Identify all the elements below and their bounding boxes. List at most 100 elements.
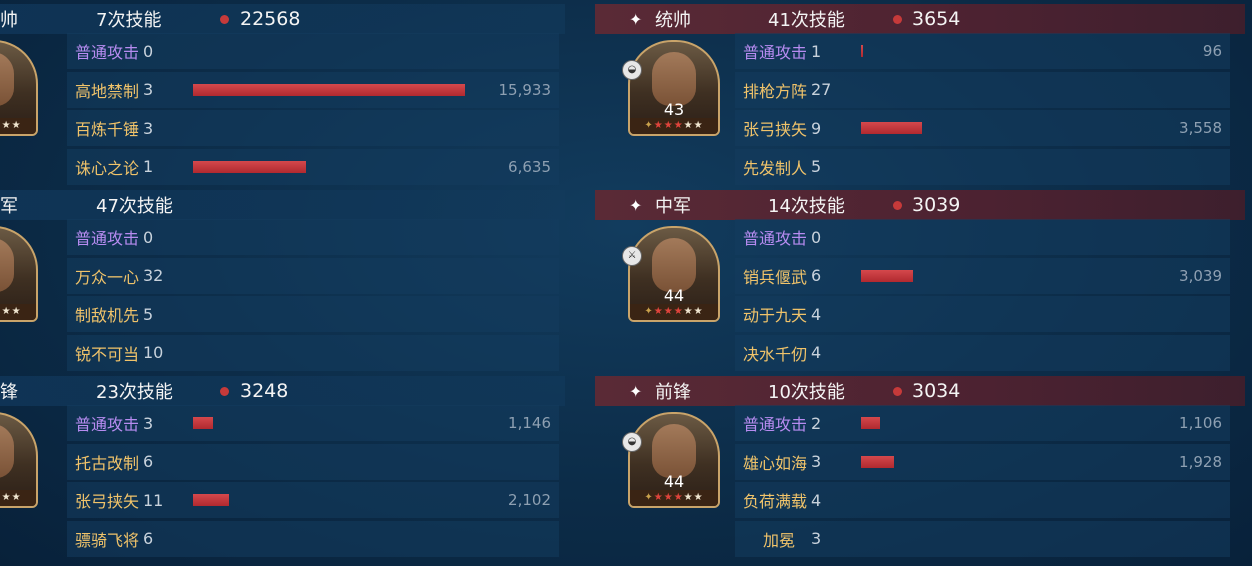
skill-row[interactable]: 先发制人 5 (735, 148, 1230, 185)
skill-row[interactable]: 万众一心 32 (67, 257, 559, 294)
sword-icon: ⚔ (622, 246, 642, 266)
skill-row[interactable]: 骠骑飞将 6 (67, 520, 559, 557)
general-header: ✦ 中军 14次技能 3039 (595, 190, 1245, 220)
skill-use-count: 9 (811, 118, 822, 138)
left-general-1-panel: 帅7次技能225683✦★★★★★普通攻击0高地禁制315,933百炼千锤3诛心… (0, 4, 565, 186)
skill-use-count: 5 (811, 157, 822, 176)
skill-row[interactable]: 加冕 3 (735, 520, 1230, 557)
skill-name: 决水千仞 (743, 344, 808, 364)
star-rating: ✦★★★★★ (630, 118, 718, 134)
skill-name: 锐不可当 (75, 344, 140, 364)
skill-row[interactable]: 托古改制 6 (67, 443, 559, 480)
star-rating: ✦★★★★★ (0, 118, 36, 134)
general-portrait[interactable]: 44 ✦★★★★★ (628, 226, 720, 322)
portrait-face (652, 52, 696, 106)
skill-name: 普通攻击 (75, 43, 140, 62)
portrait-face (652, 424, 696, 478)
total-damage-value: 3039 (912, 194, 961, 216)
skill-row[interactable]: 制敌机先 5 (67, 296, 559, 332)
skill-row[interactable]: 普通攻击 0 (67, 33, 559, 69)
skill-name: 骠骑飞将 (75, 530, 140, 550)
skill-name: 张弓挟矢 (743, 120, 808, 139)
general-portrait[interactable]: 3✦★★★★★ (0, 40, 38, 136)
star-icon: ✦ (629, 9, 643, 29)
star-icon: ✦ (629, 381, 643, 401)
star-rating: ✦★★★★★ (0, 304, 36, 320)
skill-use-count: 32 (143, 266, 164, 285)
portrait-face (0, 238, 14, 292)
skill-damage-value: 96 (1202, 42, 1222, 60)
general-header: ✦ 统帅 41次技能 3654 (595, 4, 1245, 34)
damage-dot-icon (893, 387, 902, 396)
general-level: 3 (0, 472, 36, 491)
total-damage-value: 3654 (912, 8, 961, 30)
skill-row[interactable]: 诛心之论 1 6,635 (67, 148, 559, 185)
skill-use-count: 0 (143, 227, 154, 247)
skill-row[interactable]: 销兵偃武 6 3,039 (735, 257, 1230, 294)
skill-cast-count: 14次技能 (768, 196, 845, 217)
general-portrait[interactable]: 44 ✦★★★★★ (628, 412, 720, 508)
general-role-label: 中军 (655, 196, 691, 217)
skill-name: 雄心如海 (743, 453, 808, 473)
damage-bar (193, 494, 229, 506)
skill-name: 制敌机先 (75, 306, 140, 325)
skill-row[interactable]: 雄心如海 3 1,928 (735, 443, 1230, 480)
skill-cast-count: 41次技能 (768, 10, 845, 31)
vehicle-icon: ◒ (622, 432, 642, 452)
skill-name: 加冕 (763, 530, 796, 550)
portrait-face (0, 52, 14, 106)
left-general-2-panel: 军47次技能3✦★★★★★普通攻击0万众一心32制敌机先5锐不可当10 (0, 190, 565, 372)
star-rating: ✦★★★★★ (630, 490, 718, 506)
skill-use-count: 0 (811, 227, 822, 247)
skill-use-count: 3 (143, 118, 154, 138)
skill-row[interactable]: 决水千仞 4 (735, 334, 1230, 371)
skill-row[interactable]: 普通攻击 2 1,106 (735, 405, 1230, 441)
general-level: 3 (0, 100, 36, 119)
skill-use-count: 27 (811, 80, 832, 99)
skill-use-count: 4 (811, 304, 822, 324)
skill-row[interactable]: 普通攻击 1 96 (735, 33, 1230, 69)
right-general-3-panel: ✦ 前锋 10次技能 3034 44 ✦★★★★★ ◒ 普通攻击 2 1,106 雄心如海 3 1,92… (595, 376, 1245, 558)
skill-name: 万众一心 (75, 267, 140, 287)
general-role-label: 统帅 (655, 10, 691, 31)
star-rating: ✦★★★★★ (630, 304, 718, 320)
general-portrait[interactable]: 3✦★★★★★ (0, 412, 38, 508)
general-level: 44 (663, 286, 685, 305)
skill-row[interactable]: 张弓挟矢 9 3,558 (735, 110, 1230, 146)
skill-row[interactable]: 排枪方阵 27 (735, 71, 1230, 108)
skill-name: 普通攻击 (743, 415, 808, 434)
skill-row[interactable]: 锐不可当 10 (67, 334, 559, 371)
skill-name: 先发制人 (743, 158, 808, 178)
skill-row[interactable]: 百炼千锤 3 (67, 110, 559, 146)
skill-name: 排枪方阵 (743, 81, 808, 101)
skill-damage-value: 3,039 (1179, 266, 1222, 285)
damage-bar (193, 417, 213, 429)
skill-name: 普通攻击 (743, 43, 808, 62)
general-portrait[interactable]: 43 ✦★★★★★ (628, 40, 720, 136)
vehicle-icon: ◒ (622, 60, 642, 80)
right-general-1-panel: ✦ 统帅 41次技能 3654 43 ✦★★★★★ ◒ 普通攻击 1 96 排枪方阵 27 张弓挟矢 9 3… (595, 4, 1245, 186)
skill-name: 诛心之论 (75, 158, 140, 178)
skill-row[interactable]: 普通攻击 0 (67, 219, 559, 255)
skill-row[interactable]: 普通攻击 0 (735, 219, 1230, 255)
skill-row[interactable]: 张弓挟矢 11 2,102 (67, 482, 559, 518)
general-level: 3 (0, 286, 36, 305)
skill-use-count: 4 (811, 490, 822, 510)
right-general-2-panel: ✦ 中军 14次技能 3039 44 ✦★★★★★ ⚔ 普通攻击 0 销兵偃武 6 3,039 动于九天… (595, 190, 1245, 372)
portrait-face (652, 238, 696, 292)
star-icon: ✦ (629, 195, 643, 215)
skill-name: 托古改制 (75, 453, 140, 473)
skill-use-count: 3 (143, 80, 154, 99)
skill-damage-value: 1,146 (508, 414, 551, 432)
skill-damage-value: 1,106 (1179, 414, 1222, 432)
skill-cast-count: 23次技能 (96, 382, 173, 403)
skill-row[interactable]: 普通攻击 3 1,146 (67, 405, 559, 441)
damage-bar (193, 160, 306, 173)
skill-row[interactable]: 负荷满载 4 (735, 482, 1230, 518)
general-portrait[interactable]: 3✦★★★★★ (0, 226, 38, 322)
skill-use-count: 3 (811, 529, 822, 548)
damage-dot-icon (220, 387, 229, 396)
skill-row[interactable]: 高地禁制 3 15,933 (67, 71, 559, 108)
skill-use-count: 5 (143, 304, 154, 324)
skill-row[interactable]: 动于九天 4 (735, 296, 1230, 332)
